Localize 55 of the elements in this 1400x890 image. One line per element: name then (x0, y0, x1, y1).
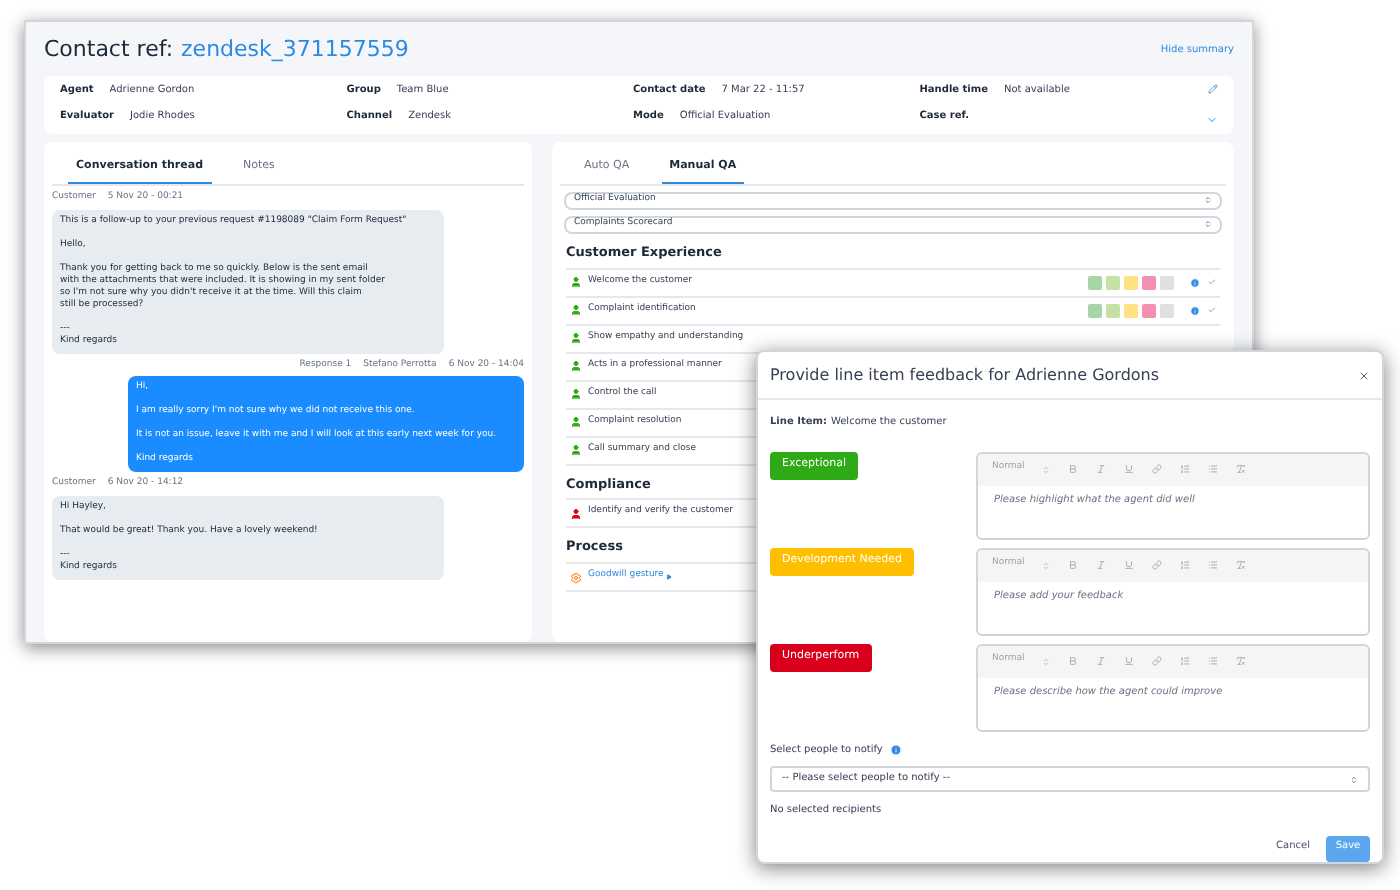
bullet-list-icon[interactable] (1208, 560, 1219, 570)
edit-icon[interactable] (1207, 83, 1217, 93)
underline-icon[interactable] (1124, 656, 1135, 666)
check-icon[interactable] (1208, 278, 1216, 286)
contact-ref-label: Contact ref: (44, 34, 174, 66)
clear-format-icon[interactable] (1236, 464, 1247, 474)
score-swatch[interactable] (1124, 275, 1138, 289)
score-swatch[interactable] (1160, 275, 1174, 289)
bullet-list-icon[interactable] (1208, 464, 1219, 474)
score-swatch[interactable] (1088, 303, 1102, 317)
contact-ref-id: zendesk_371157559 (181, 34, 409, 66)
check-icon[interactable] (1208, 306, 1216, 314)
score-swatch[interactable] (1160, 303, 1174, 317)
clear-format-icon[interactable] (1236, 656, 1247, 666)
link-icon[interactable] (1152, 560, 1163, 570)
numbered-list-icon[interactable] (1180, 560, 1191, 570)
score-swatch[interactable] (1088, 275, 1102, 289)
play-icon (665, 574, 672, 580)
link-icon[interactable] (1152, 656, 1163, 666)
info-icon[interactable] (1190, 277, 1200, 287)
link-icon[interactable] (1152, 464, 1163, 474)
score-swatch[interactable] (1142, 275, 1156, 289)
chevron-down-icon[interactable] (1206, 113, 1218, 125)
numbered-list-icon[interactable] (1180, 656, 1191, 666)
clear-format-icon[interactable] (1236, 560, 1247, 570)
person-icon (570, 332, 582, 344)
bold-icon[interactable] (1068, 464, 1079, 474)
select-arrows-icon (1204, 196, 1212, 205)
score-swatch[interactable] (1106, 303, 1120, 317)
underline-icon[interactable] (1124, 464, 1135, 474)
select-arrows-icon (1204, 220, 1212, 229)
score-swatch[interactable] (1124, 303, 1138, 317)
numbered-list-icon[interactable] (1180, 464, 1191, 474)
gear-icon (570, 571, 582, 583)
italic-icon[interactable] (1096, 560, 1107, 570)
bold-icon[interactable] (1068, 656, 1079, 666)
italic-icon[interactable] (1096, 656, 1107, 666)
select-arrows-icon (1350, 775, 1358, 783)
info-icon[interactable] (1190, 305, 1200, 315)
bold-icon[interactable] (1068, 560, 1079, 570)
person-icon (570, 416, 582, 428)
person-icon (570, 444, 582, 456)
italic-icon[interactable] (1096, 464, 1107, 474)
person-icon (570, 276, 582, 288)
score-swatch[interactable] (1106, 275, 1120, 289)
person-icon (570, 388, 582, 400)
bullet-list-icon[interactable] (1208, 656, 1219, 666)
info-icon[interactable] (890, 744, 903, 757)
underline-icon[interactable] (1124, 560, 1135, 570)
dialog-title: Provide line item feedback for Adrienne Gordons (770, 363, 1160, 387)
close-icon[interactable] (1358, 369, 1370, 381)
person-icon (570, 360, 582, 372)
person-icon (570, 304, 582, 316)
score-swatch[interactable] (1142, 303, 1156, 317)
person-icon (570, 507, 582, 520)
